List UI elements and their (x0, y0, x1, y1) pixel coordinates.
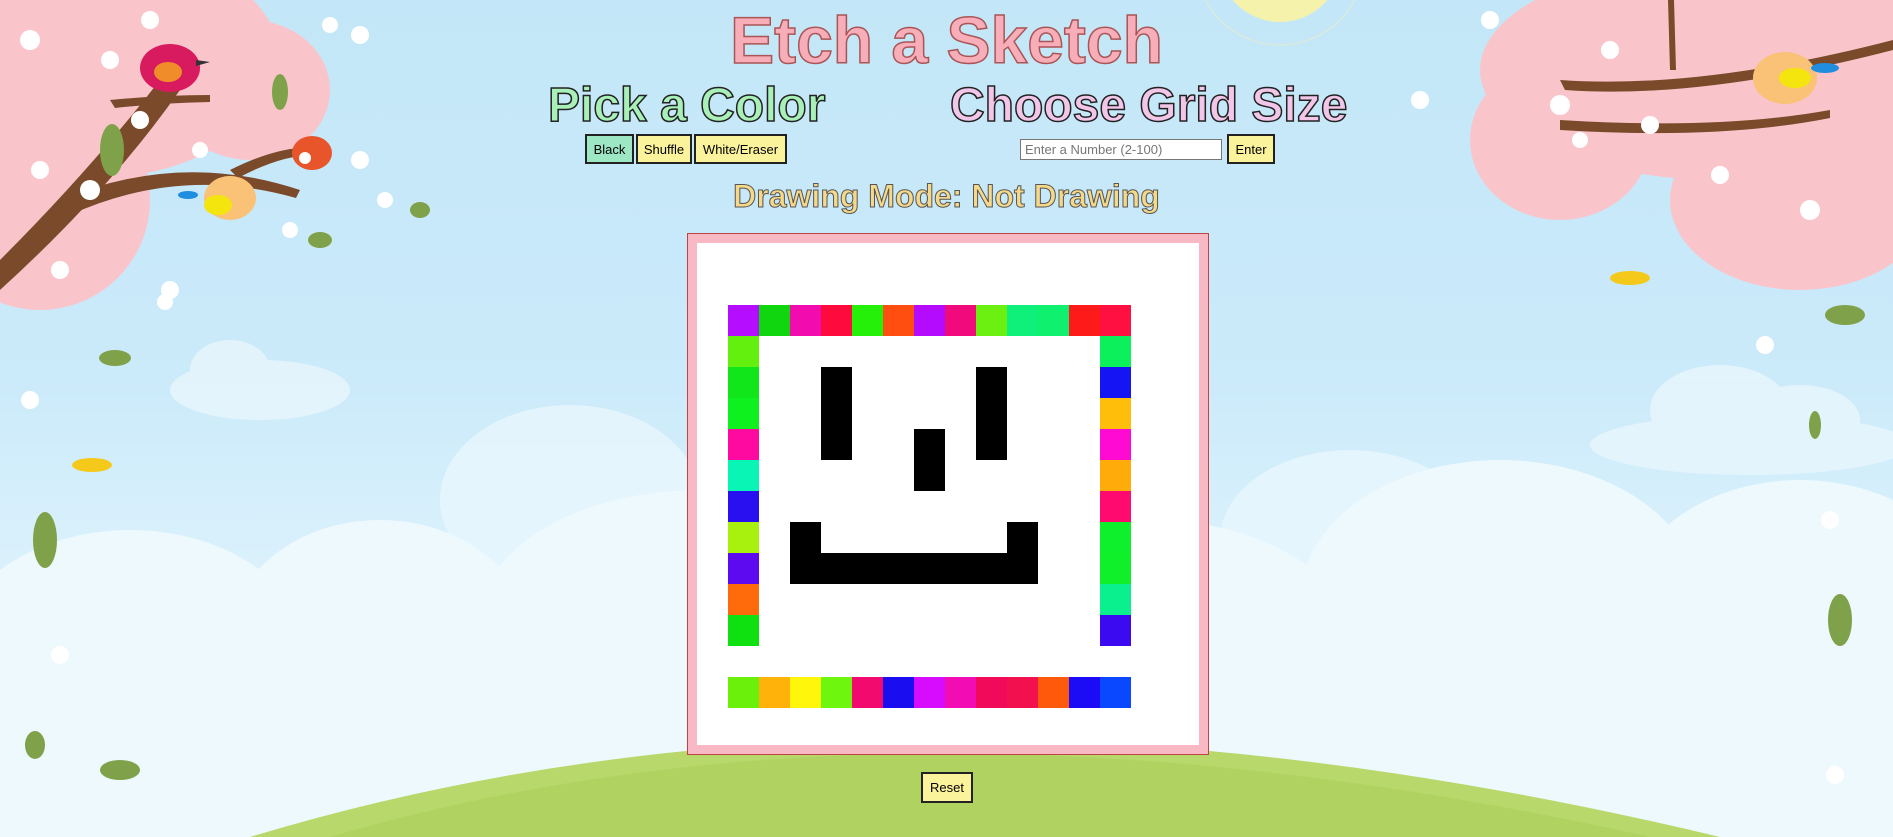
grid-cell-black[interactable] (976, 367, 1007, 398)
grid-cell-black[interactable] (976, 429, 1007, 460)
grid-cell-right[interactable] (1100, 522, 1131, 553)
grid-cell-top[interactable] (728, 305, 759, 336)
grid-cell-bottom[interactable] (1007, 677, 1038, 708)
grid-cell-top[interactable] (852, 305, 883, 336)
eraser-button[interactable]: White/Eraser (694, 134, 787, 164)
grid-cell-black[interactable] (790, 553, 821, 584)
grid-cell-black[interactable] (821, 398, 852, 429)
grid-cell-right[interactable] (1100, 491, 1131, 522)
sketch-canvas[interactable] (697, 243, 1199, 745)
black-color-button[interactable]: Black (585, 134, 634, 164)
grid-cell-left[interactable] (728, 584, 759, 615)
grid-cell-right[interactable] (1100, 615, 1131, 646)
pick-color-heading: Pick a Color (547, 78, 826, 133)
grid-cell-right[interactable] (1100, 367, 1131, 398)
grid-cell-black[interactable] (852, 553, 883, 584)
grid-cell-top[interactable] (1038, 305, 1069, 336)
grid-cell-top[interactable] (1007, 305, 1038, 336)
grid-cell-right[interactable] (1100, 429, 1131, 460)
grid-cell-black[interactable] (821, 429, 852, 460)
grid-cell-top[interactable] (821, 305, 852, 336)
grid-size-input[interactable] (1020, 139, 1222, 160)
grid-cell-right[interactable] (1100, 553, 1131, 584)
grid-cell-right[interactable] (1100, 460, 1131, 491)
grid-cell-bottom[interactable] (821, 677, 852, 708)
grid-cell-left[interactable] (728, 460, 759, 491)
grid-cell-black[interactable] (790, 522, 821, 553)
grid-cell-top[interactable] (1100, 305, 1131, 336)
grid-cell-bottom[interactable] (883, 677, 914, 708)
grid-cell-black[interactable] (821, 553, 852, 584)
grid-cell-right[interactable] (1100, 584, 1131, 615)
grid-cell-black[interactable] (914, 460, 945, 491)
grid-cell-black[interactable] (976, 398, 1007, 429)
grid-cell-top[interactable] (976, 305, 1007, 336)
grid-cell-bottom[interactable] (728, 677, 759, 708)
grid-cell-black[interactable] (914, 429, 945, 460)
grid-cell-left[interactable] (728, 615, 759, 646)
grid-cell-bottom[interactable] (976, 677, 1007, 708)
grid-cell-bottom[interactable] (1038, 677, 1069, 708)
grid-cell-left[interactable] (728, 553, 759, 584)
grid-cell-left[interactable] (728, 367, 759, 398)
grid-cell-top[interactable] (759, 305, 790, 336)
app-title: Etch a Sketch (729, 2, 1163, 78)
grid-cell-left[interactable] (728, 398, 759, 429)
grid-cell-left[interactable] (728, 429, 759, 460)
reset-button[interactable]: Reset (921, 772, 973, 803)
grid-cell-black[interactable] (821, 367, 852, 398)
grid-cell-top[interactable] (1069, 305, 1100, 336)
grid-cell-right[interactable] (1100, 336, 1131, 367)
sketch-grid[interactable] (697, 243, 1199, 745)
grid-cell-top[interactable] (945, 305, 976, 336)
grid-cell-bottom[interactable] (1069, 677, 1100, 708)
grid-cell-left[interactable] (728, 522, 759, 553)
grid-cell-top[interactable] (883, 305, 914, 336)
grid-cell-black[interactable] (1007, 553, 1038, 584)
grid-cell-black[interactable] (883, 553, 914, 584)
grid-cell-bottom[interactable] (790, 677, 821, 708)
grid-cell-left[interactable] (728, 491, 759, 522)
grid-cell-bottom[interactable] (852, 677, 883, 708)
grid-size-heading: Choose Grid Size (949, 78, 1348, 133)
grid-cell-left[interactable] (728, 336, 759, 367)
drawing-mode-status: Drawing Mode: Not Drawing (733, 178, 1161, 215)
grid-cell-bottom[interactable] (759, 677, 790, 708)
grid-cell-bottom[interactable] (914, 677, 945, 708)
grid-cell-right[interactable] (1100, 398, 1131, 429)
grid-cell-top[interactable] (914, 305, 945, 336)
grid-cell-black[interactable] (914, 553, 945, 584)
grid-cell-bottom[interactable] (1100, 677, 1131, 708)
grid-cell-top[interactable] (790, 305, 821, 336)
shuffle-color-button[interactable]: Shuffle (636, 134, 692, 164)
sketch-board-frame (687, 233, 1209, 755)
grid-cell-black[interactable] (976, 553, 1007, 584)
grid-cell-black[interactable] (1007, 522, 1038, 553)
enter-button[interactable]: Enter (1227, 134, 1275, 164)
grid-cell-black[interactable] (945, 553, 976, 584)
grid-cell-bottom[interactable] (945, 677, 976, 708)
